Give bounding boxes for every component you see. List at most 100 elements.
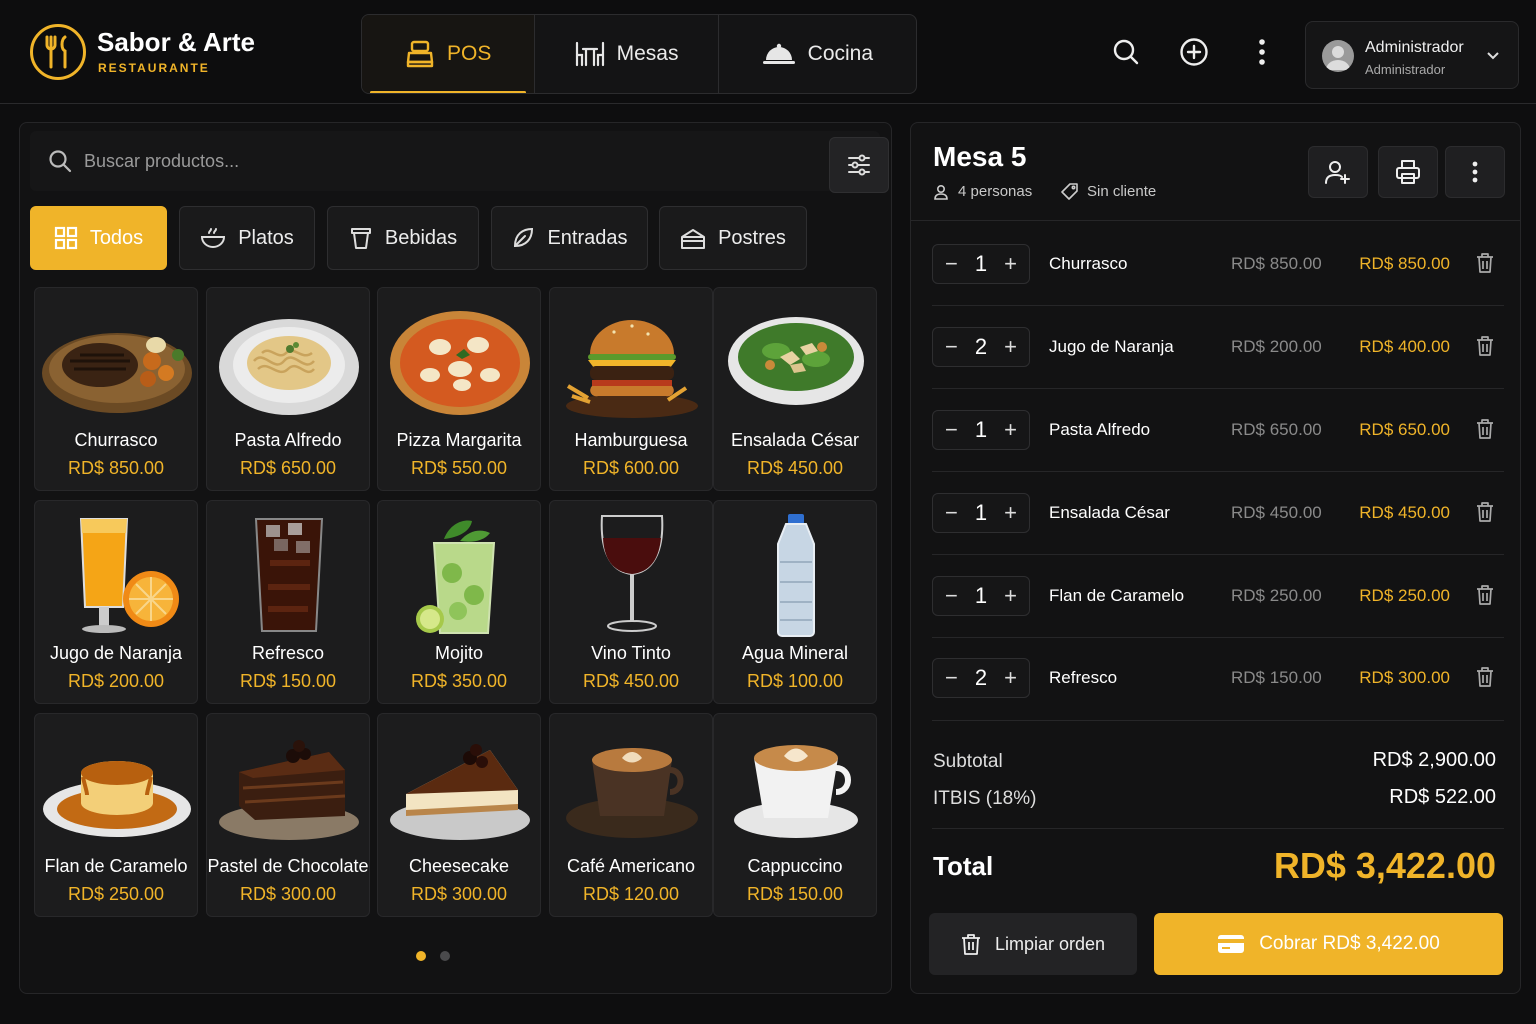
product-card[interactable]: Pasta Alfredo RD$ 650.00 xyxy=(206,287,370,491)
mojito-image xyxy=(378,509,542,641)
category-postres[interactable]: Postres xyxy=(659,206,807,270)
product-card[interactable]: Ensalada César RD$ 450.00 xyxy=(713,287,877,491)
product-card[interactable]: Hamburguesa RD$ 600.00 xyxy=(549,287,713,491)
category-platos[interactable]: Platos xyxy=(179,206,315,270)
product-card[interactable]: Churrasco RD$ 850.00 xyxy=(34,287,198,491)
tab-cocina-label: Cocina xyxy=(807,42,874,65)
product-price: RD$ 300.00 xyxy=(239,884,337,904)
clear-order-button[interactable]: Limpiar orden xyxy=(929,913,1137,975)
add-customer-button[interactable] xyxy=(1308,146,1368,198)
product-price: RD$ 350.00 xyxy=(410,671,508,691)
decrease-quantity-button[interactable]: − xyxy=(945,419,958,441)
order-item-row: −1 + Ensalada César RD$ 450.00 RD$ 450.00 xyxy=(932,472,1504,554)
product-name: Flan de Caramelo xyxy=(44,856,188,876)
decrease-quantity-button[interactable]: − xyxy=(945,667,958,689)
trash-icon[interactable] xyxy=(1476,253,1494,273)
item-name: Flan de Caramelo xyxy=(1049,586,1185,605)
soda-image xyxy=(207,509,371,641)
decrease-quantity-button[interactable]: − xyxy=(945,336,958,358)
trash-icon[interactable] xyxy=(1476,336,1494,356)
item-quantity: 2 xyxy=(974,334,988,359)
product-card[interactable]: Flan de Caramelo RD$ 250.00 xyxy=(34,713,198,917)
item-line-total: RD$ 300.00 xyxy=(1359,668,1450,687)
trash-icon[interactable] xyxy=(1476,667,1494,687)
category-bebidas[interactable]: Bebidas xyxy=(327,206,479,270)
product-card[interactable]: Jugo de Naranja RD$ 200.00 xyxy=(34,500,198,704)
increase-quantity-button[interactable]: + xyxy=(1004,667,1017,689)
customer-info[interactable]: Sin cliente xyxy=(1061,183,1156,200)
product-price: RD$ 850.00 xyxy=(67,458,165,478)
tab-pos-label: POS xyxy=(447,42,492,65)
product-name: Cappuccino xyxy=(747,856,843,876)
increase-quantity-button[interactable]: + xyxy=(1004,336,1017,358)
product-card[interactable]: Pizza Margarita RD$ 550.00 xyxy=(377,287,541,491)
search-input[interactable] xyxy=(84,143,804,179)
decrease-quantity-button[interactable]: − xyxy=(945,502,958,524)
leaf-icon xyxy=(514,227,534,248)
increase-quantity-button[interactable]: + xyxy=(1004,502,1017,524)
product-price: RD$ 100.00 xyxy=(746,671,844,691)
search-bar xyxy=(30,131,889,193)
burger-image xyxy=(550,296,714,428)
main-nav: POS Mesas Cocina xyxy=(361,14,917,94)
product-price: RD$ 650.00 xyxy=(239,458,337,478)
add-circle-icon[interactable] xyxy=(1178,36,1210,68)
cappuccino-image xyxy=(714,722,878,854)
product-card[interactable]: Cappuccino RD$ 150.00 xyxy=(713,713,877,917)
product-name: Cheesecake xyxy=(408,856,510,876)
product-card[interactable]: Cheesecake RD$ 300.00 xyxy=(377,713,541,917)
increase-quantity-button[interactable]: + xyxy=(1004,253,1017,275)
product-card[interactable]: Pastel de Chocolate RD$ 300.00 xyxy=(206,713,370,917)
item-unit-price: RD$ 650.00 xyxy=(1231,420,1322,439)
product-card[interactable]: Refresco RD$ 150.00 xyxy=(206,500,370,704)
category-label: Todos xyxy=(89,226,144,249)
search-icon[interactable] xyxy=(1110,36,1142,68)
more-vertical-icon xyxy=(1472,161,1478,183)
more-vertical-icon[interactable] xyxy=(1246,36,1278,68)
product-price: RD$ 600.00 xyxy=(582,458,680,478)
tag-icon xyxy=(1061,183,1078,200)
tax-value: RD$ 522.00 xyxy=(1389,786,1496,808)
quantity-stepper: −1 + xyxy=(932,493,1030,533)
decrease-quantity-button[interactable]: − xyxy=(945,585,958,607)
trash-icon xyxy=(961,934,980,955)
product-card[interactable]: Agua Mineral RD$ 100.00 xyxy=(713,500,877,704)
order-more-button[interactable] xyxy=(1445,146,1505,198)
tab-pos[interactable]: POS xyxy=(362,15,536,93)
category-entradas[interactable]: Entradas xyxy=(491,206,648,270)
category-todos[interactable]: Todos xyxy=(30,206,167,270)
item-line-total: RD$ 250.00 xyxy=(1359,586,1450,605)
charge-label: Cobrar RD$ 3,422.00 xyxy=(1259,933,1440,954)
increase-quantity-button[interactable]: + xyxy=(1004,419,1017,441)
quantity-stepper: −1 + xyxy=(932,244,1030,284)
trash-icon[interactable] xyxy=(1476,585,1494,605)
print-button[interactable] xyxy=(1378,146,1438,198)
increase-quantity-button[interactable]: + xyxy=(1004,585,1017,607)
user-name: Administrador xyxy=(1365,39,1464,56)
decrease-quantity-button[interactable]: − xyxy=(945,253,958,275)
cake-icon xyxy=(681,229,706,249)
charge-button[interactable]: Cobrar RD$ 3,422.00 xyxy=(1154,913,1503,975)
trash-icon[interactable] xyxy=(1476,502,1494,522)
filter-button[interactable] xyxy=(829,137,889,193)
top-header: Sabor & Arte RESTAURANTE POS Mesas Cocin… xyxy=(0,0,1536,104)
tab-cocina[interactable]: Cocina xyxy=(719,15,916,93)
tab-mesas[interactable]: Mesas xyxy=(535,15,719,93)
subtotal-label: Subtotal xyxy=(933,751,1003,772)
coffee-image xyxy=(550,722,714,854)
page-dot-1[interactable] xyxy=(416,951,426,961)
product-card[interactable]: Mojito RD$ 350.00 xyxy=(377,500,541,704)
product-price: RD$ 450.00 xyxy=(582,671,680,691)
item-quantity: 2 xyxy=(974,665,988,690)
item-unit-price: RD$ 150.00 xyxy=(1231,668,1322,687)
page-dot-2[interactable] xyxy=(440,951,450,961)
product-card[interactable]: Café Americano RD$ 120.00 xyxy=(549,713,713,917)
trash-icon[interactable] xyxy=(1476,419,1494,439)
bowl-icon xyxy=(201,228,226,248)
person-icon xyxy=(934,184,948,200)
order-item-row: −1 + Churrasco RD$ 850.00 RD$ 850.00 xyxy=(932,223,1504,305)
product-card[interactable]: Vino Tinto RD$ 450.00 xyxy=(549,500,713,704)
clear-order-label: Limpiar orden xyxy=(994,933,1106,954)
user-menu[interactable]: Administrador Administrador xyxy=(1305,21,1519,89)
item-line-total: RD$ 450.00 xyxy=(1359,503,1450,522)
